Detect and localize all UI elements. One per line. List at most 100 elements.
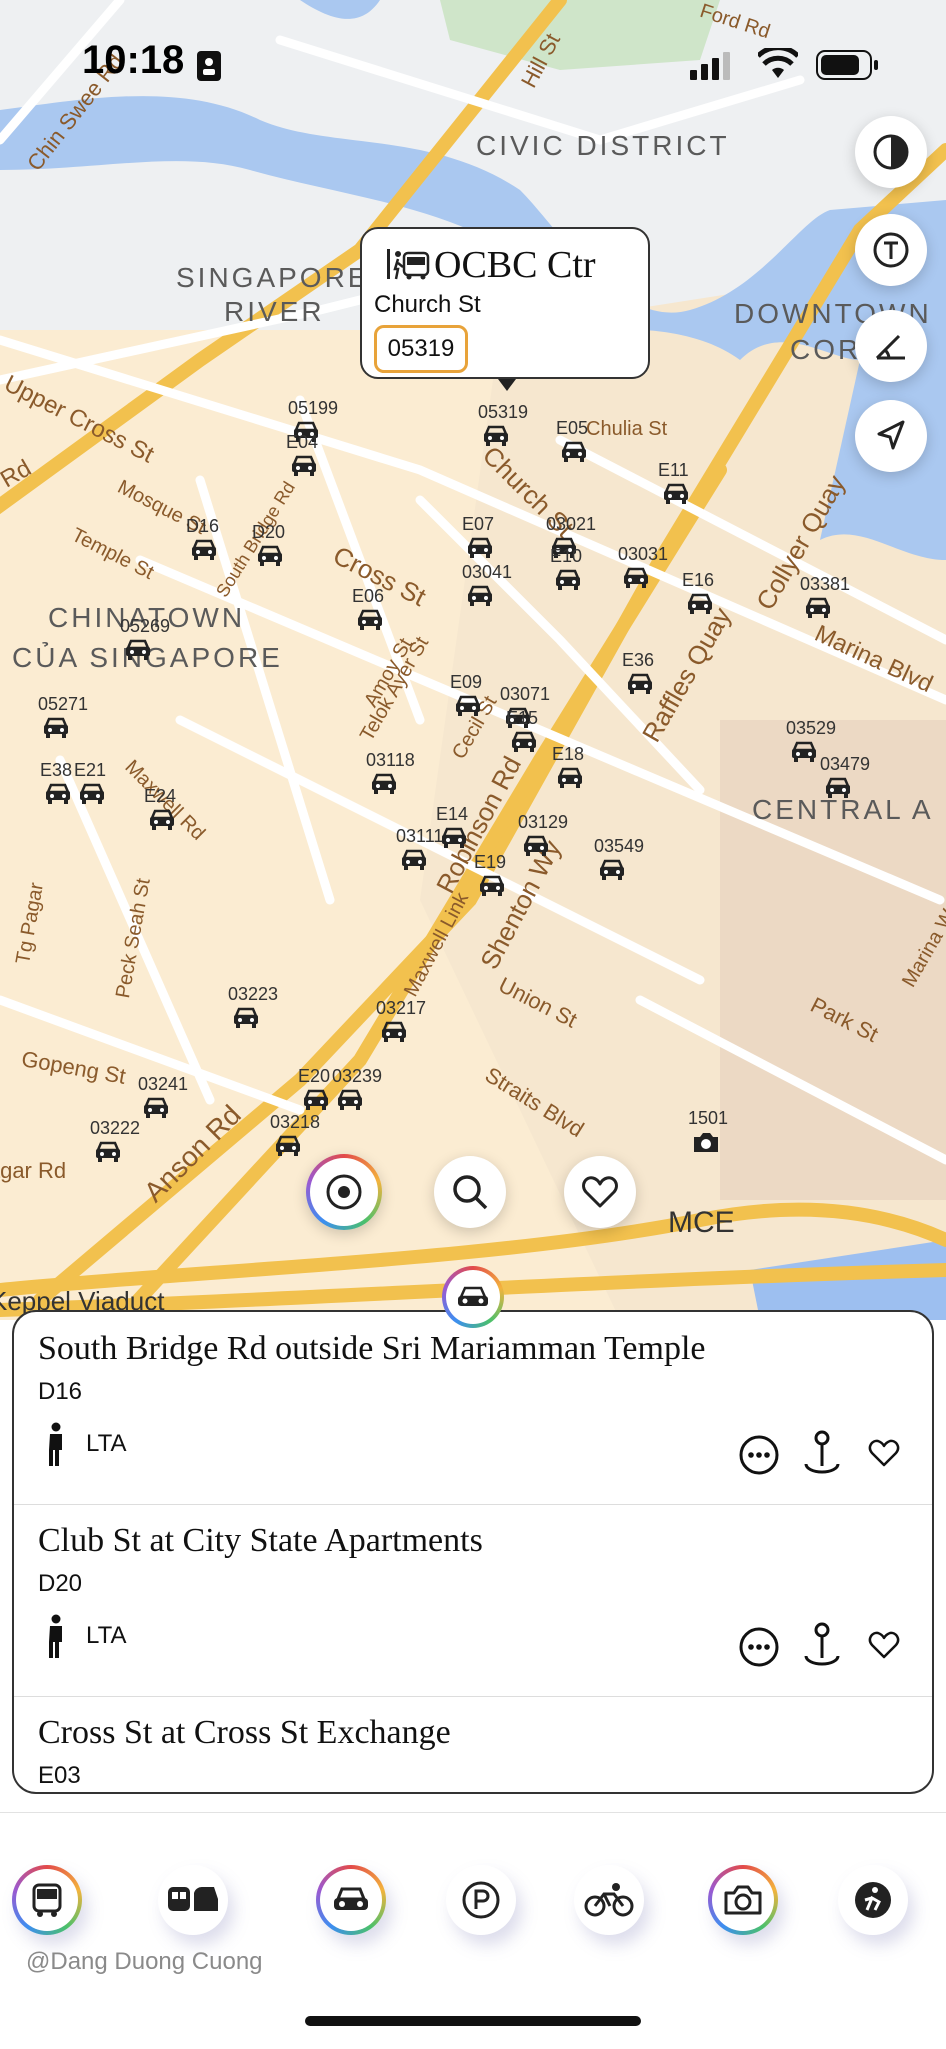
- bus-stop-pin-icon[interactable]: [78, 782, 106, 804]
- search-icon: [453, 1175, 488, 1210]
- bus-stop-pin-icon[interactable]: [256, 544, 284, 566]
- bus-stop-pin-icon[interactable]: [356, 608, 384, 630]
- tab-train[interactable]: [158, 1865, 228, 1935]
- operator-label: LTA: [86, 1622, 127, 1649]
- bus-stop-pin-icon[interactable]: [598, 858, 626, 880]
- stop-code-label: 03031: [618, 544, 669, 564]
- bus-stop-pin-icon[interactable]: [554, 568, 582, 590]
- list-item[interactable]: Cross St at Cross St Exchange E03: [14, 1696, 932, 1792]
- stop-code-label: 03041: [462, 562, 513, 582]
- bus-stop-pin-icon[interactable]: [510, 730, 538, 752]
- contrast-button[interactable]: [855, 116, 927, 188]
- stop-name: Cross St at Cross St Exchange: [38, 1714, 451, 1751]
- stop-code-label: E20: [298, 1066, 331, 1086]
- bus-stop-pin-icon[interactable]: [380, 1020, 408, 1042]
- stop-code-label: E16: [682, 570, 715, 590]
- bus-stop-pin-icon[interactable]: [804, 596, 832, 618]
- bus-stop-pin-icon[interactable]: [44, 782, 72, 804]
- stop-code-label: E07: [462, 514, 495, 534]
- map-view[interactable]: CIVIC DISTRICT SINGAPORE RIVER DOWNTOWN …: [0, 0, 946, 1320]
- bus-stop-pin-icon[interactable]: [622, 566, 650, 588]
- bus-stop-pin-icon[interactable]: [556, 766, 584, 788]
- location-arrow-icon: [877, 420, 905, 450]
- tab-camera[interactable]: [708, 1865, 778, 1935]
- bus-stop-pin-icon[interactable]: [94, 1140, 122, 1162]
- tram-button[interactable]: [855, 214, 927, 286]
- bus-stop-pin-icon[interactable]: [560, 440, 588, 462]
- search-button[interactable]: [434, 1156, 506, 1228]
- tab-car[interactable]: [316, 1865, 386, 1935]
- credit-text: @Dang Duong Cuong: [26, 1948, 263, 1975]
- stop-code-label: E09: [450, 672, 483, 692]
- bus-stop-pin-icon[interactable]: [522, 834, 550, 856]
- stop-code-label: E14: [436, 804, 469, 824]
- tab-bus[interactable]: [12, 1865, 82, 1935]
- stop-code-label: 03241: [138, 1074, 189, 1094]
- stop-code-label: D16: [186, 516, 220, 536]
- more-icon[interactable]: [738, 1434, 780, 1476]
- more-icon[interactable]: [738, 1626, 780, 1668]
- bus-stop-pin-icon[interactable]: [400, 848, 428, 870]
- favorites-button[interactable]: [564, 1156, 636, 1228]
- bus-stop-pin-icon[interactable]: [454, 694, 482, 716]
- callout-stop-code[interactable]: 05319: [374, 325, 468, 373]
- street-label: Chulia St: [586, 418, 668, 440]
- bus-stop-pin-icon[interactable]: [290, 454, 318, 476]
- bus-stop-pin-icon[interactable]: [232, 1006, 260, 1028]
- bus-stop-pin-icon[interactable]: [482, 424, 510, 446]
- bus-stop-pin-icon[interactable]: [42, 716, 70, 738]
- stop-code: D20: [38, 1570, 83, 1597]
- locate-me-button[interactable]: [306, 1154, 382, 1230]
- district-label: SINGAPORE: [176, 262, 370, 293]
- train-icon: [168, 1886, 218, 1911]
- traffic-camera-icon[interactable]: [692, 1130, 720, 1152]
- stop-code-label: 05271: [38, 694, 89, 714]
- bus-stop-pin-icon[interactable]: [662, 482, 690, 504]
- bus-stop-pin-icon[interactable]: [626, 672, 654, 694]
- angle-button[interactable]: [855, 310, 927, 382]
- heart-icon: [582, 1176, 618, 1208]
- district-label: RIVER: [224, 296, 325, 327]
- stop-code-label: E19: [474, 852, 507, 872]
- bus-stop-pin-icon[interactable]: [478, 874, 506, 896]
- bus-stop-pin-icon[interactable]: [190, 538, 218, 560]
- locate-direction-button[interactable]: [855, 400, 927, 472]
- walking-person-icon: [49, 1422, 62, 1466]
- stop-code-label: 1501: [688, 1108, 729, 1128]
- bus-stop-pin-icon[interactable]: [336, 1088, 364, 1110]
- bus-stop-pin-icon[interactable]: [370, 772, 398, 794]
- bus-stop-pin-icon[interactable]: [466, 536, 494, 558]
- operator-label: LTA: [86, 1430, 127, 1457]
- sheet-handle-button[interactable]: [442, 1266, 504, 1328]
- bus-stop-pin-icon[interactable]: [274, 1134, 302, 1156]
- tab-parking[interactable]: [446, 1865, 516, 1935]
- list-item[interactable]: Club St at City State Apartments D20 LTA: [14, 1504, 932, 1697]
- bus-stop-pin-icon[interactable]: [466, 584, 494, 606]
- bus-stop-pin-icon[interactable]: [440, 826, 468, 848]
- callout-subtitle: Church St: [374, 291, 481, 318]
- map-pin-icon[interactable]: [802, 1622, 842, 1668]
- bus-stop-pin-icon[interactable]: [302, 1088, 330, 1110]
- stop-code-label: E06: [352, 586, 385, 606]
- battery-icon: [816, 50, 878, 80]
- bus-stop-pin-icon[interactable]: [824, 776, 852, 798]
- angle-icon: [875, 334, 905, 360]
- list-item[interactable]: South Bridge Rd outside Sri Mariamman Te…: [14, 1312, 932, 1505]
- stop-name: Club St at City State Apartments: [38, 1522, 483, 1559]
- contrast-icon: [873, 134, 909, 170]
- bus-stop-pin-icon[interactable]: [142, 1096, 170, 1118]
- bus-stop-pin-icon[interactable]: [790, 740, 818, 762]
- tab-bicycle[interactable]: [574, 1865, 644, 1935]
- tab-taxi[interactable]: [838, 1865, 908, 1935]
- stop-code-label: 03129: [518, 812, 569, 832]
- stop-list-sheet[interactable]: South Bridge Rd outside Sri Mariamman Te…: [12, 1310, 934, 1794]
- bus-stop-pin-icon[interactable]: [686, 592, 714, 614]
- stop-code-label: E11: [658, 460, 689, 480]
- car-icon: [334, 1887, 368, 1910]
- heart-icon[interactable]: [868, 1630, 900, 1660]
- bus-stop-pin-icon[interactable]: [148, 808, 176, 830]
- bus-stop-pin-icon[interactable]: [124, 638, 152, 660]
- map-pin-icon[interactable]: [802, 1430, 842, 1476]
- heart-icon[interactable]: [868, 1438, 900, 1468]
- stop-callout[interactable]: OCBC Ctr Church St 05319: [360, 227, 650, 379]
